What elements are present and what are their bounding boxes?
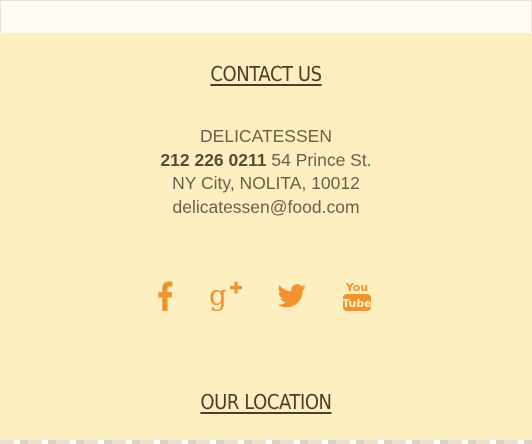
- svg-text:g: g: [209, 280, 227, 312]
- business-name: DELICATESSEN: [200, 126, 332, 146]
- google-plus-icon[interactable]: g: [206, 276, 246, 316]
- city-line: NY City, NOLITA, 10012: [172, 173, 360, 193]
- street-address: 54 Prince St.: [271, 149, 372, 170]
- contact-info-block: DELICATESSEN 212 226 0211 54 Prince St. …: [0, 125, 532, 219]
- youtube-icon[interactable]: You Tube: [340, 276, 374, 316]
- top-banner-strip: [0, 0, 532, 33]
- map-embed-top-edge[interactable]: [0, 440, 532, 444]
- phone-number[interactable]: 212 226 0211: [160, 150, 266, 170]
- address-line: 212 226 0211 54 Prince St.: [0, 149, 532, 173]
- email-address[interactable]: delicatessen@food.com: [0, 196, 532, 220]
- youtube-you-text: You: [345, 281, 368, 294]
- youtube-tube-text: Tube: [343, 297, 371, 310]
- social-links: g You Tube: [0, 276, 532, 316]
- our-location-heading: OUR LOCATION: [200, 390, 332, 414]
- facebook-icon[interactable]: [150, 276, 180, 316]
- twitter-icon[interactable]: [274, 276, 310, 316]
- contact-us-heading: CONTACT US: [210, 62, 322, 86]
